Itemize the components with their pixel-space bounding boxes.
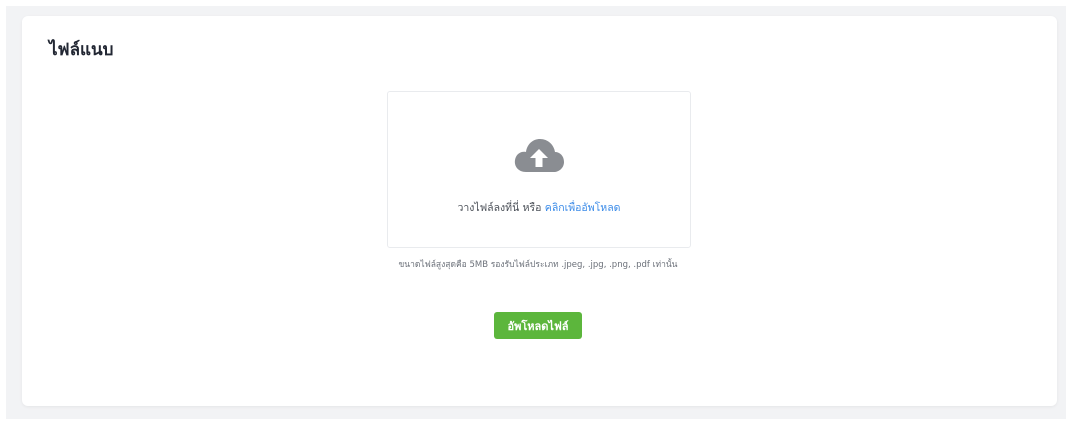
dropzone-text: วางไฟล์ลงที่นี่ หรือ <box>457 202 542 214</box>
upload-file-button[interactable]: อัพโหลดไฟล์ <box>494 312 582 339</box>
file-size-hint: ขนาดไฟล์สูงสุดคือ 5MB รองรับไฟล์ประเภท .… <box>398 260 678 270</box>
click-to-upload-link[interactable]: คลิกเพื่ออัพโหลด <box>545 202 621 214</box>
cloud-upload-icon <box>514 139 564 172</box>
dropzone-instructions: วางไฟล์ลงที่นี่ หรือ คลิกเพื่ออัพโหลด <box>388 199 690 216</box>
attachment-card: ไฟล์แนบ วางไฟล์ลงที่นี่ หรือ คลิกเพื่ออั… <box>22 16 1057 406</box>
file-dropzone[interactable]: วางไฟล์ลงที่นี่ หรือ คลิกเพื่ออัพโหลด <box>387 91 691 248</box>
card-title: ไฟล์แนบ <box>49 40 114 60</box>
